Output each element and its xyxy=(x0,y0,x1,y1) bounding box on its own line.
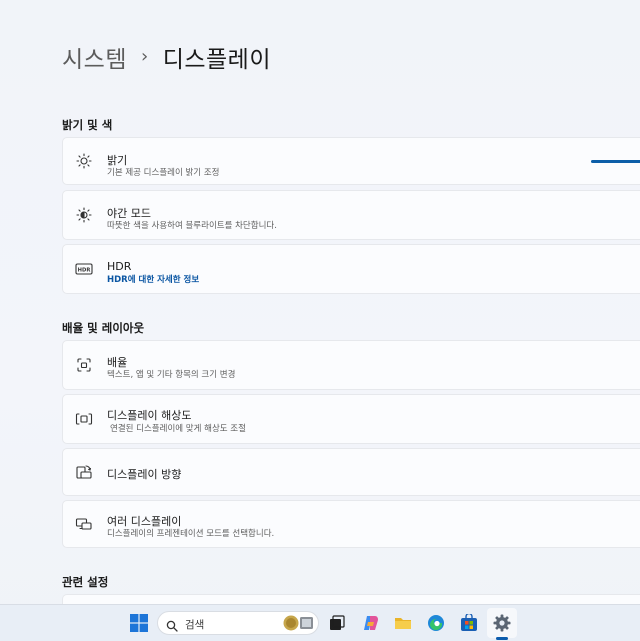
edge-icon[interactable] xyxy=(426,613,446,633)
breadcrumb-separator: › xyxy=(140,45,149,67)
file-explorer-icon[interactable] xyxy=(393,613,413,633)
search-label: 검색 xyxy=(185,619,205,631)
scale-icon xyxy=(75,356,93,374)
orientation-icon xyxy=(75,463,93,481)
resolution-subtitle: 연결된 디스플레이에 맞게 해상도 조절 xyxy=(110,424,246,434)
multiple-displays-card[interactable]: 여러 디스플레이 디스플레이의 프레젠테이션 모드를 선택합니다. xyxy=(62,500,640,548)
hdr-card[interactable]: HDR HDR HDR에 대한 자세한 정보 xyxy=(62,244,640,294)
section-title-scale-layout: 배율 및 레이아웃 xyxy=(62,321,145,335)
sun-icon xyxy=(75,152,93,170)
night-light-subtitle: 따뜻한 색을 사용하여 블루라이트를 차단합니다. xyxy=(107,221,277,231)
task-view-icon[interactable] xyxy=(327,613,347,633)
settings-icon[interactable] xyxy=(492,613,512,633)
orientation-card[interactable]: 디스플레이 방향 xyxy=(62,448,640,496)
multiple-displays-subtitle: 디스플레이의 프레젠테이션 모드를 선택합니다. xyxy=(107,529,275,539)
hdr-title: HDR xyxy=(107,260,132,273)
night-light-icon xyxy=(75,206,93,224)
search-icon xyxy=(166,617,178,632)
hdr-icon: HDR xyxy=(75,260,93,278)
page-title: 디스플레이 xyxy=(162,47,271,73)
scale-card[interactable]: 배율 텍스트, 앱 및 기타 항목의 크기 변경 xyxy=(62,340,640,390)
section-title-brightness-color: 밝기 및 색 xyxy=(62,118,113,132)
svg-text:HDR: HDR xyxy=(78,268,91,274)
multi-display-icon xyxy=(75,515,93,533)
hdr-info-link[interactable]: HDR에 대한 자세한 정보 xyxy=(107,273,199,285)
scale-subtitle: 텍스트, 앱 및 기타 항목의 크기 변경 xyxy=(107,370,236,380)
taskbar: 검색 xyxy=(0,604,640,641)
resolution-card[interactable]: 디스플레이 해상도 연결된 디스플레이에 맞게 해상도 조절 xyxy=(62,394,640,444)
orientation-title: 디스플레이 방향 xyxy=(107,468,182,481)
brightness-subtitle: 기본 제공 디스플레이 밝기 조정 xyxy=(107,168,220,178)
breadcrumb-system-link[interactable]: 시스템 xyxy=(62,40,127,74)
resolution-title: 디스플레이 해상도 xyxy=(107,409,192,422)
store-icon[interactable] xyxy=(459,613,479,633)
section-title-related: 관련 설정 xyxy=(62,575,109,589)
search-highlight-icon xyxy=(282,614,316,632)
night-light-card[interactable]: 야간 모드 따뜻한 색을 사용하여 블루라이트를 차단합니다. xyxy=(62,190,640,240)
resolution-icon xyxy=(75,410,93,428)
copilot-icon[interactable] xyxy=(361,613,381,633)
brightness-slider[interactable] xyxy=(591,160,640,163)
breadcrumb: 시스템 › 디스플레이 xyxy=(62,40,271,74)
windows-start-icon[interactable] xyxy=(129,613,149,633)
taskbar-search-box[interactable]: 검색 xyxy=(157,611,319,635)
brightness-card: 밝기 기본 제공 디스플레이 밝기 조정 xyxy=(62,137,640,185)
